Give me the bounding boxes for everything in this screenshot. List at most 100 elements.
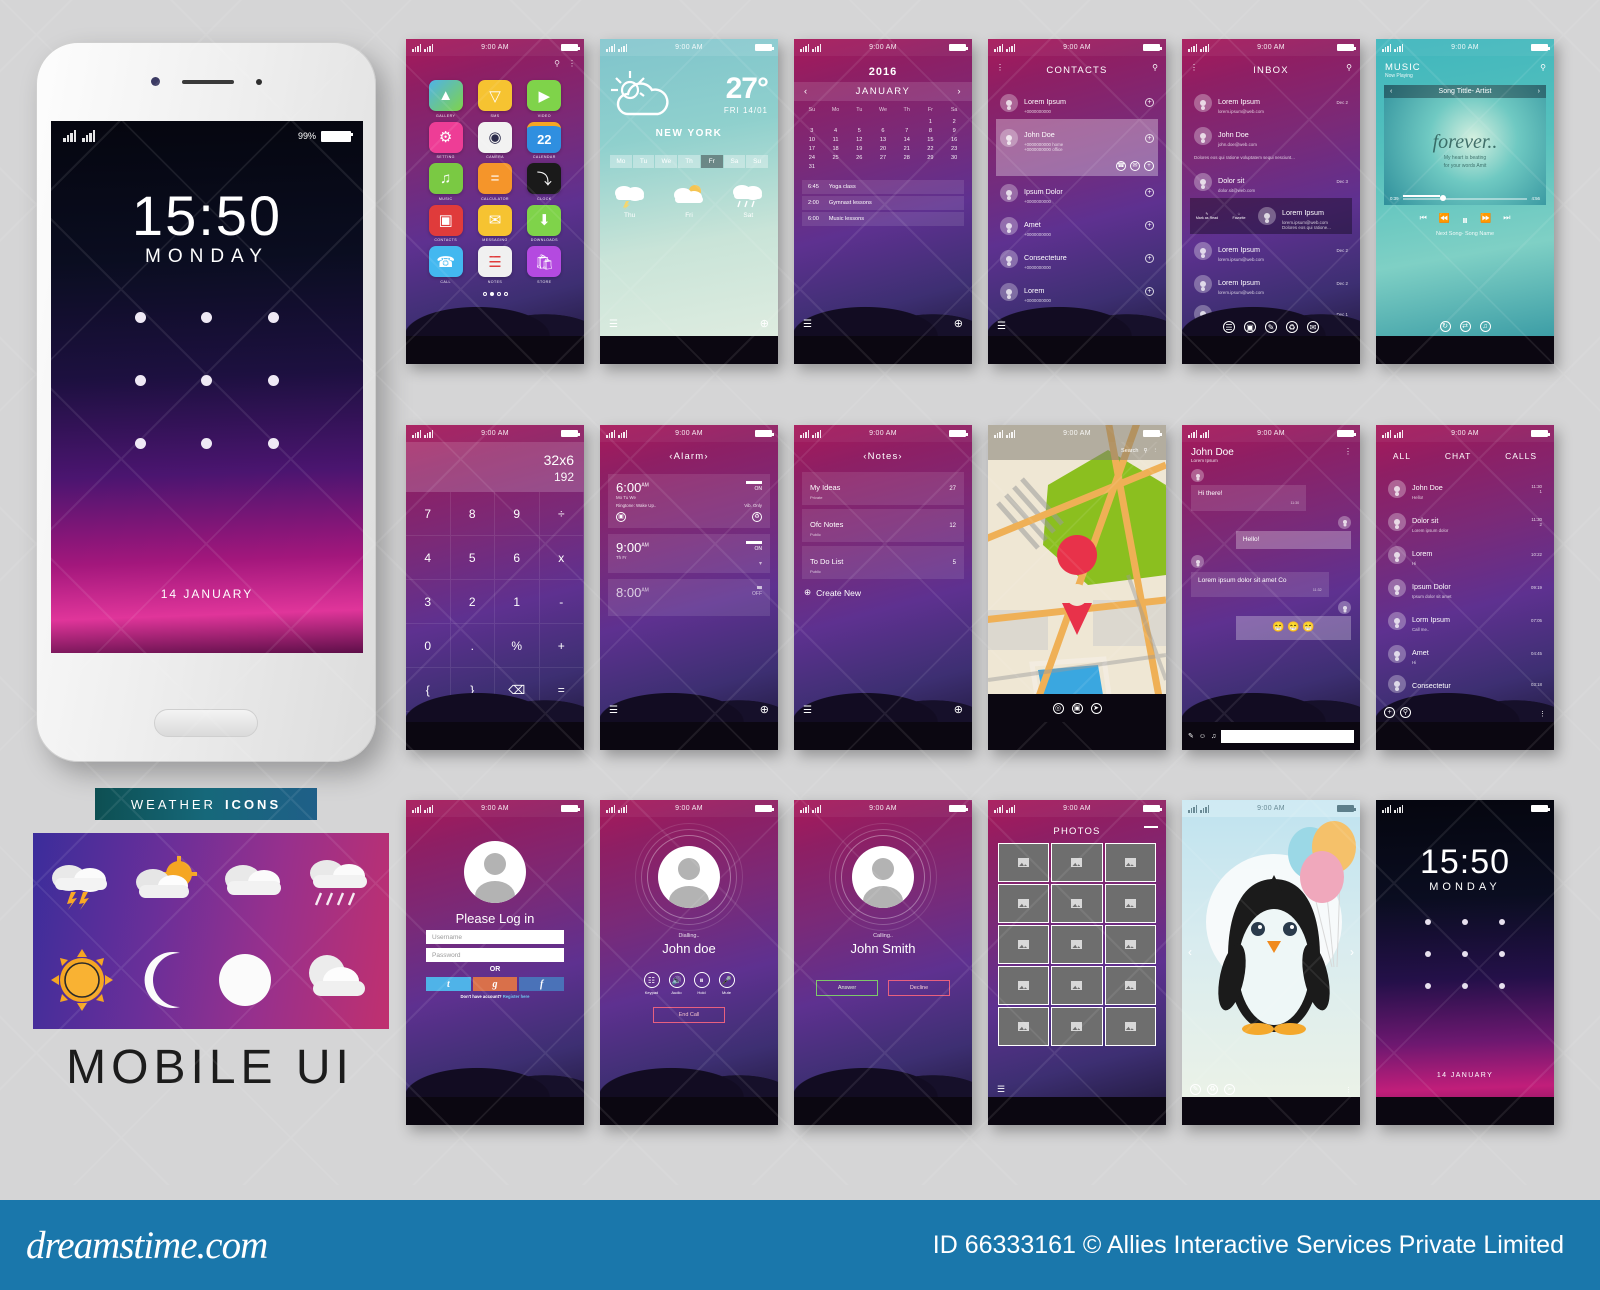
key-close-brace[interactable]: } [450, 668, 495, 712]
search-icon[interactable]: ⚲ [554, 59, 560, 68]
pattern-lock-grid[interactable] [1409, 919, 1521, 989]
add-note-icon[interactable]: ⊕ [954, 703, 963, 716]
weather-day-tu[interactable]: Tu [632, 155, 655, 168]
calendar-day[interactable]: 18 [824, 146, 848, 152]
screen-music[interactable]: 9:00 AM MUSIC Now Playing ⚲ ‹ Song Tittl… [1376, 39, 1554, 364]
calendar-day[interactable]: 22 [919, 146, 943, 152]
screen-alarm[interactable]: 9:00 AM ‹Alarm› ON 6:00AM Mo Tu We Ringt… [600, 425, 778, 750]
conversation-row[interactable]: John Doe Hello! 11:30 1 [1384, 472, 1546, 505]
attach-icon[interactable]: ✎ [1188, 732, 1194, 740]
conversation-row[interactable]: Lorem Hi 10:22 [1384, 538, 1546, 571]
alarm-item[interactable]: ON 9:00AM Th Fr ▾ [608, 534, 770, 573]
weather-day-su[interactable]: Su [746, 155, 769, 168]
contact-row[interactable]: Lorem Ipsum +0000000000 + [996, 86, 1158, 119]
weather-day-th[interactable]: Th [678, 155, 700, 168]
mail-icon[interactable]: ✉ [1307, 321, 1319, 333]
add-contact-icon[interactable]: + [1145, 287, 1154, 296]
app-messaging[interactable]: ✉ MESSAGING [471, 204, 518, 242]
contact-row[interactable]: Ipsum Dolor +0000000000 + [996, 176, 1158, 209]
overflow-menu-icon[interactable]: ⋮ [1344, 447, 1352, 456]
key-4[interactable]: 4 [406, 536, 451, 580]
screen-weather[interactable]: 9:00 AM 27° FRI 14/01 NEW YORK Mo Tu We … [600, 39, 778, 364]
call-actions[interactable]: ☷ Keypad 🔊 Audio ⏸ Hold 🎤 Mute [600, 972, 778, 995]
calendar-day[interactable]: 19 [847, 146, 871, 152]
map-search-bar[interactable]: Search ⚲ ⋮ [988, 442, 1166, 460]
alarm-toggle[interactable] [746, 481, 762, 484]
menu-icon[interactable]: ☰ [609, 705, 618, 716]
weather-day-sa[interactable]: Sa [723, 155, 746, 168]
prev-track-icon[interactable]: ‹ [1390, 88, 1392, 95]
mail-row[interactable]: Lorem Ipsum lorem.ipsum@web.com Dec 2 [1190, 86, 1352, 119]
app-setting[interactable]: ⚙ SETTING [422, 121, 469, 159]
calendar-day[interactable]: 9 [942, 128, 966, 134]
overflow-menu-icon[interactable] [1144, 826, 1158, 828]
calendar-day[interactable]: 20 [871, 146, 895, 152]
key-0[interactable]: 0 [406, 624, 451, 668]
app-camera[interactable]: ◉ CAMERA [471, 121, 518, 159]
add-contact-icon[interactable]: + [1145, 133, 1154, 143]
navigate-icon[interactable]: ➤ [1090, 702, 1102, 714]
home-button[interactable] [154, 709, 258, 737]
screen-incoming-call[interactable]: 9:00 AM Calling.. John Smith Answer Decl… [794, 800, 972, 1125]
app-music[interactable]: ♫ MUSIC [422, 163, 469, 201]
screen-calendar[interactable]: 9:00 AM 2016 ‹ JANUARY › Su Mo Tu We Th … [794, 39, 972, 364]
edit-icon[interactable]: ✎ [1190, 1084, 1201, 1095]
next-photo-icon[interactable]: › [1350, 945, 1354, 959]
app-downloads[interactable]: ⬇ DOWNLOADS [521, 204, 568, 242]
key-percent[interactable]: % [495, 624, 540, 668]
conversation-row[interactable]: Consectetur 03:18 [1384, 670, 1546, 698]
weather-day-fr[interactable]: Fr [700, 155, 723, 168]
emoji-icon[interactable]: ☺ [1199, 733, 1206, 740]
contacts-list[interactable]: Lorem Ipsum +0000000000 + John Doe +00000… [988, 82, 1166, 308]
calendar-day[interactable]: 26 [847, 155, 871, 161]
key-7[interactable]: 7 [406, 492, 451, 536]
key-divide[interactable]: ÷ [539, 492, 584, 536]
app-contacts[interactable]: ▣ CONTACTS [422, 204, 469, 242]
photo-cell[interactable] [998, 925, 1050, 964]
app-calendar[interactable]: 22 CALENDAR [521, 121, 568, 159]
screen-lock[interactable]: 15:50 MONDAY 14 JANUARY [1376, 800, 1554, 1125]
calendar-day[interactable]: 25 [824, 155, 848, 161]
screen-contacts[interactable]: 9:00 AM CONTACTS ⚲ ⋮ Lorem Ipsum +0000000… [988, 39, 1166, 364]
favorite-action[interactable]: ☆ Favorite [1226, 212, 1252, 220]
add-contact-icon[interactable]: + [1145, 254, 1154, 263]
key-dot[interactable]: . [450, 624, 495, 668]
repeat-icon[interactable]: ↻ [1439, 321, 1451, 332]
add-contact-icon[interactable]: + [1145, 188, 1154, 197]
event-row[interactable]: 2:00 Gymnast lessons [802, 196, 964, 210]
shuffle-icon[interactable]: ⇄ [1459, 321, 1471, 332]
calendar-day[interactable]: 5 [847, 128, 871, 134]
mail-row[interactable]: John Doe john.doe@web.com Dolores eos qui… [1190, 119, 1352, 165]
calendar-day[interactable]: 30 [942, 155, 966, 161]
screen-chat-list[interactable]: 9:00 AM ALL CHAT CALLS John Doe Hello! 1 1… [1376, 425, 1554, 750]
screen-inbox[interactable]: 9:00 AM INBOX ⚲ ⋮ Lorem Ipsum lorem.ipsum… [1182, 39, 1360, 364]
end-call-button[interactable]: End Call [653, 1007, 725, 1023]
key-multiply[interactable]: x [539, 536, 584, 580]
username-input[interactable]: Username [426, 930, 564, 944]
overflow-menu-icon[interactable]: ⋮ [1153, 448, 1159, 454]
app-calculator[interactable]: = CALCULATOR [471, 163, 518, 201]
playback-controls[interactable]: ⏮ ⏪ ⏸ ⏩ ⏭ [1376, 213, 1554, 228]
hold-button[interactable]: ⏸ Hold [693, 972, 710, 995]
calendar-day[interactable]: 6 [871, 128, 895, 134]
call-icon[interactable]: ☎ [1116, 161, 1126, 171]
screen-map[interactable]: 9:00 AM Search ⚲ ⋮ ◎ ▣ ➤ [988, 425, 1166, 750]
answer-button[interactable]: Answer [816, 980, 878, 996]
conversation-list[interactable]: John Doe Hello! 11:30 1 Dolor sit Lorem ips… [1376, 468, 1554, 698]
backspace-icon[interactable]: ⌫ [495, 668, 540, 712]
menu-icon[interactable]: ☰ [803, 705, 812, 716]
message-input[interactable] [1221, 729, 1354, 743]
mail-row[interactable]: Dolor sit dolor.sit@web.com Dec 3 [1190, 165, 1352, 198]
app-store[interactable]: 🛍 STORE [521, 246, 568, 284]
event-row[interactable]: 6:45 Yoga class [802, 180, 964, 194]
weather-day-we[interactable]: We [655, 155, 678, 168]
weather-day-mo[interactable]: Mo [609, 155, 632, 168]
app-gallery[interactable]: ▲ GALLERY [422, 80, 469, 118]
calendar-day[interactable]: 4 [824, 128, 848, 134]
key-6[interactable]: 6 [495, 536, 540, 580]
app-call[interactable]: ☎ CALL [422, 246, 469, 284]
note-item[interactable]: My Ideas Private 27 [802, 472, 964, 505]
photo-cell[interactable] [1051, 843, 1103, 882]
calendar-day[interactable]: 14 [895, 137, 919, 143]
add-contact-icon[interactable]: + [1145, 221, 1154, 230]
